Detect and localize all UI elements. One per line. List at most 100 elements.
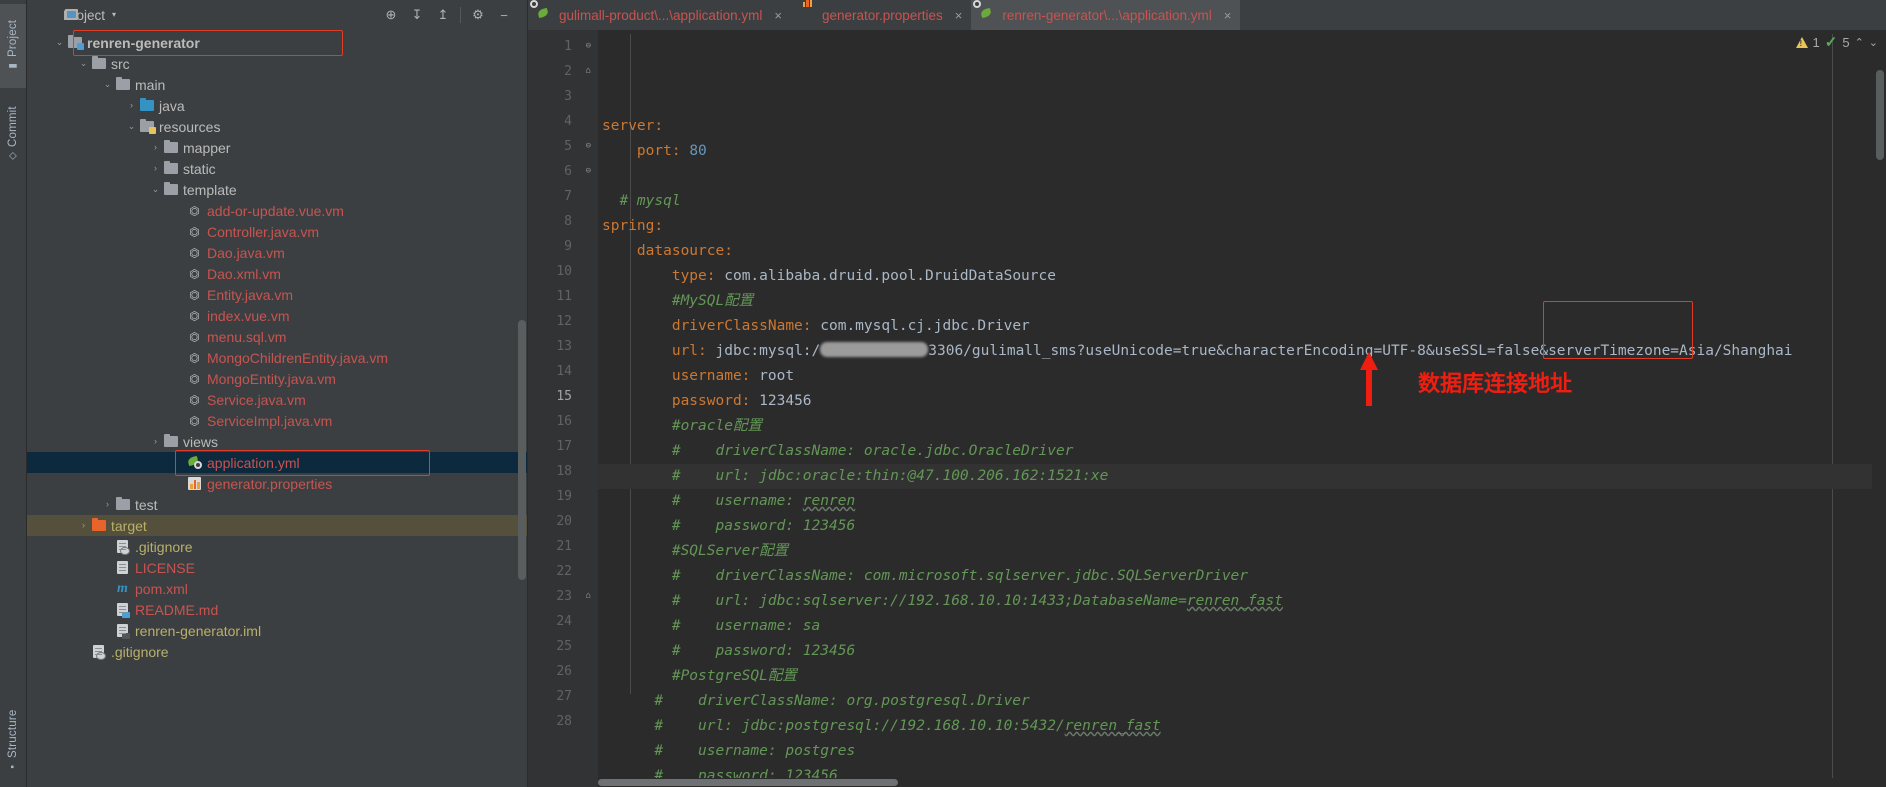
- chevron-right-icon[interactable]: ›: [101, 500, 114, 509]
- expand-all-icon[interactable]: ↧: [404, 0, 430, 30]
- tree-node-license[interactable]: LICENSE: [27, 557, 527, 578]
- line-number-10[interactable]: 10: [528, 259, 598, 284]
- tree-node-dao.xml.vm[interactable]: ⏣ Dao.xml.vm: [27, 263, 527, 284]
- tree-node-readme.md[interactable]: README.md: [27, 599, 527, 620]
- code-line-7[interactable]: type: com.alibaba.druid.pool.DruidDataSo…: [598, 264, 1872, 289]
- code-folding-icon[interactable]: ⊖: [582, 142, 591, 151]
- line-number-4[interactable]: 4: [528, 109, 598, 134]
- code-folding-icon[interactable]: ⌂: [582, 592, 591, 601]
- code-text-area[interactable]: server: port: 80 # mysql spring: datasour…: [598, 30, 1872, 787]
- previous-problem-icon[interactable]: ⌃: [1855, 36, 1864, 49]
- code-line-4[interactable]: # mysql: [598, 189, 1872, 214]
- next-problem-icon[interactable]: ⌄: [1869, 36, 1878, 49]
- tool-window-button-commit[interactable]: ◇ Commit: [0, 92, 26, 176]
- code-line-6[interactable]: datasource:: [598, 239, 1872, 264]
- code-line-12[interactable]: password: 123456: [598, 389, 1872, 414]
- tree-node-entity.java.vm[interactable]: ⏣ Entity.java.vm: [27, 284, 527, 305]
- code-line-15[interactable]: # url: jdbc:oracle:thin:@47.100.206.162:…: [598, 464, 1872, 489]
- code-line-3[interactable]: [598, 164, 1872, 189]
- line-number-7[interactable]: 7: [528, 184, 598, 209]
- code-line-5[interactable]: spring:: [598, 214, 1872, 239]
- line-number-1[interactable]: 1 ⊖: [528, 34, 598, 59]
- editor-tab-3[interactable]: renren-generator\...\application.yml ×: [971, 0, 1241, 30]
- line-number-16[interactable]: 16: [528, 409, 598, 434]
- project-tree[interactable]: ⌄ renren-generator ⌄ src ⌄ main › java ⌄ resource…: [27, 30, 527, 787]
- editor-tab-2[interactable]: generator.properties ×: [791, 0, 971, 30]
- line-number-26[interactable]: 26: [528, 659, 598, 684]
- line-number-15[interactable]: 15: [528, 384, 598, 409]
- line-number-27[interactable]: 27: [528, 684, 598, 709]
- code-line-13[interactable]: #oracle配置: [598, 414, 1872, 439]
- tree-node-renren-generator.iml[interactable]: renren-generator.iml: [27, 620, 527, 641]
- chevron-right-icon[interactable]: ›: [125, 101, 138, 110]
- line-number-22[interactable]: 22: [528, 559, 598, 584]
- tree-node-mapper[interactable]: › mapper: [27, 137, 527, 158]
- line-number-23[interactable]: 23 ⌂: [528, 584, 598, 609]
- line-number-13[interactable]: 13: [528, 334, 598, 359]
- tool-window-button-project[interactable]: ▮ Project: [0, 4, 26, 88]
- code-line-17[interactable]: # password: 123456: [598, 514, 1872, 539]
- code-line-14[interactable]: # driverClassName: oracle.jdbc.OracleDri…: [598, 439, 1872, 464]
- tree-node-menu.sql.vm[interactable]: ⏣ menu.sql.vm: [27, 326, 527, 347]
- line-number-19[interactable]: 19: [528, 484, 598, 509]
- chevron-right-icon[interactable]: ›: [149, 437, 162, 446]
- tree-node-application.yml[interactable]: application.yml: [27, 452, 527, 473]
- tree-node-template[interactable]: ⌄ template: [27, 179, 527, 200]
- editor-tab-bar[interactable]: gulimall-product\...\application.yml × gen…: [528, 0, 1886, 30]
- settings-gear-icon[interactable]: ⚙: [465, 0, 491, 30]
- tree-node-test[interactable]: › test: [27, 494, 527, 515]
- tree-node-mongoentity.java.vm[interactable]: ⏣ MongoEntity.java.vm: [27, 368, 527, 389]
- code-folding-icon[interactable]: ⌂: [582, 67, 591, 76]
- chevron-right-icon[interactable]: ›: [149, 164, 162, 173]
- code-line-1[interactable]: server:: [598, 114, 1872, 139]
- tree-node-.gitignore[interactable]: .gitignore: [27, 536, 527, 557]
- tool-window-button-structure[interactable]: ▪ Structure: [0, 699, 26, 783]
- tree-node-mongochildrenentity.java.vm[interactable]: ⏣ MongoChildrenEntity.java.vm: [27, 347, 527, 368]
- code-line-23[interactable]: #PostgreSQL配置: [598, 664, 1872, 689]
- line-number-8[interactable]: 8: [528, 209, 598, 234]
- tree-node-dao.java.vm[interactable]: ⏣ Dao.java.vm: [27, 242, 527, 263]
- line-number-14[interactable]: 14: [528, 359, 598, 384]
- tree-node-views[interactable]: › views: [27, 431, 527, 452]
- code-line-25[interactable]: # url: jdbc:postgresql://192.168.10.10:5…: [598, 714, 1872, 739]
- line-number-28[interactable]: 28: [528, 709, 598, 734]
- line-number-3[interactable]: 3: [528, 84, 598, 109]
- line-number-12[interactable]: 12: [528, 309, 598, 334]
- hide-panel-icon[interactable]: −: [491, 0, 517, 30]
- chevron-down-icon[interactable]: ⌄: [53, 38, 66, 47]
- tree-node-controller.java.vm[interactable]: ⏣ Controller.java.vm: [27, 221, 527, 242]
- code-line-19[interactable]: # driverClassName: com.microsoft.sqlserv…: [598, 564, 1872, 589]
- line-number-24[interactable]: 24: [528, 609, 598, 634]
- code-line-22[interactable]: # password: 123456: [598, 639, 1872, 664]
- code-line-26[interactable]: # username: postgres: [598, 739, 1872, 764]
- code-line-16[interactable]: # username: renren: [598, 489, 1872, 514]
- editor-vertical-scrollbar[interactable]: [1876, 70, 1884, 160]
- tree-node-add-or-update.vue.vm[interactable]: ⏣ add-or-update.vue.vm: [27, 200, 527, 221]
- code-line-8[interactable]: #MySQL配置: [598, 289, 1872, 314]
- tree-node-src[interactable]: ⌄ src: [27, 53, 527, 74]
- tree-node-main[interactable]: ⌄ main: [27, 74, 527, 95]
- line-number-2[interactable]: 2 ⌂: [528, 59, 598, 84]
- line-number-25[interactable]: 25: [528, 634, 598, 659]
- tree-node-index.vue.vm[interactable]: ⏣ index.vue.vm: [27, 305, 527, 326]
- line-number-6[interactable]: 6 ⊖: [528, 159, 598, 184]
- tree-node-pom.xml[interactable]: m pom.xml: [27, 578, 527, 599]
- chevron-down-icon[interactable]: ▾: [112, 11, 116, 19]
- chevron-down-icon[interactable]: ⌄: [149, 185, 162, 194]
- tree-node-java[interactable]: › java: [27, 95, 527, 116]
- project-tree-scrollbar[interactable]: [518, 320, 526, 580]
- inspection-status-widget[interactable]: 1 ✓ 5 ⌃ ⌄: [1795, 33, 1878, 51]
- code-line-2[interactable]: port: 80: [598, 139, 1872, 164]
- code-folding-icon[interactable]: ⊖: [582, 167, 591, 176]
- tree-node-serviceimpl.java.vm[interactable]: ⏣ ServiceImpl.java.vm: [27, 410, 527, 431]
- line-number-9[interactable]: 9: [528, 234, 598, 259]
- tree-node-generator.properties[interactable]: generator.properties: [27, 473, 527, 494]
- code-folding-icon[interactable]: ⊖: [582, 42, 591, 51]
- code-line-18[interactable]: #SQLServer配置: [598, 539, 1872, 564]
- chevron-right-icon[interactable]: ›: [149, 143, 162, 152]
- chevron-down-icon[interactable]: ⌄: [125, 122, 138, 131]
- close-icon[interactable]: ×: [1224, 8, 1232, 23]
- close-icon[interactable]: ×: [955, 8, 963, 23]
- close-icon[interactable]: ×: [774, 8, 782, 23]
- line-number-gutter[interactable]: 1 ⊖ 2 ⌂ 3 4 5 ⊖ 6 ⊖ 7 8 9 10 11 12 13 14 15 16 17 18 19 20 21 22 2…: [528, 30, 598, 787]
